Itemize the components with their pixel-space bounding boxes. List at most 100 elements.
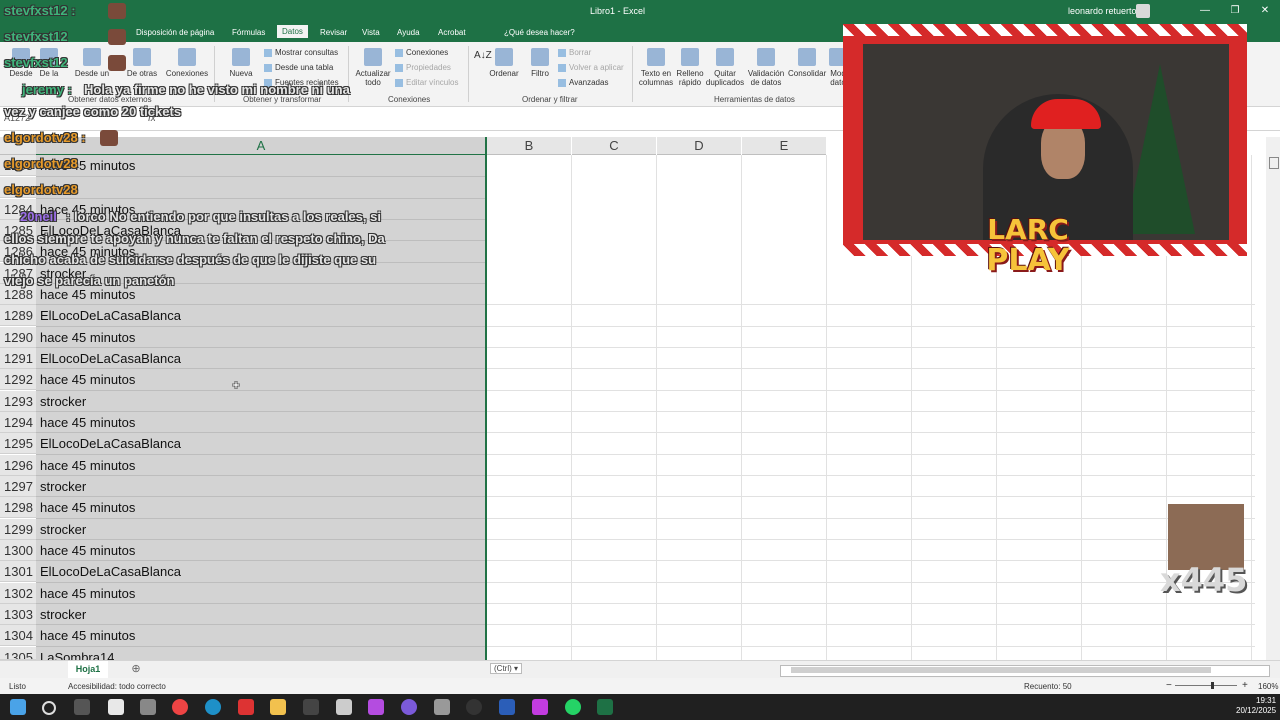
row-number[interactable]: 1297 (0, 476, 36, 497)
column-header-c[interactable]: C (572, 137, 656, 155)
tab-formulas[interactable]: Fórmulas (228, 27, 269, 38)
cell-a[interactable]: hace 45 minutos (40, 497, 135, 518)
row-number[interactable]: 1292 (0, 369, 36, 390)
horizontal-scrollbar[interactable] (780, 665, 1270, 677)
cell-a[interactable]: hace 45 minutos (40, 369, 135, 390)
row-number[interactable]: 1303 (0, 604, 36, 625)
row-number[interactable]: 1289 (0, 305, 36, 326)
accessibility-status[interactable]: Accesibilidad: todo correcto (68, 682, 166, 691)
row-number[interactable]: 1302 (0, 583, 36, 604)
row-number[interactable]: 1296 (0, 455, 36, 476)
scroll-thumb[interactable] (1269, 157, 1279, 169)
app-icon[interactable] (303, 699, 319, 715)
existing-connections-button[interactable]: Conexiones (164, 48, 210, 78)
cell-a[interactable]: hace 45 minutos (40, 540, 135, 561)
paste-options-button[interactable]: (Ctrl) ▾ (490, 663, 523, 674)
row-number[interactable]: 1290 (0, 327, 36, 348)
edge-icon[interactable] (205, 699, 221, 715)
restore-icon[interactable]: ❐ (1228, 4, 1242, 18)
row-number[interactable]: 1291 (0, 348, 36, 369)
row-number[interactable]: 1294 (0, 412, 36, 433)
app-icon[interactable] (401, 699, 417, 715)
close-icon[interactable]: ✕ (1258, 4, 1272, 18)
row-number[interactable]: 1305 (0, 647, 36, 660)
row-number[interactable]: 1299 (0, 519, 36, 540)
obs-icon[interactable] (466, 699, 482, 715)
reapply-button[interactable]: Volver a aplicar (558, 63, 624, 72)
new-query-button[interactable]: Nueva (224, 48, 258, 78)
cell-a[interactable]: LaSombra14 (40, 647, 114, 660)
cell-a[interactable]: strocker (40, 476, 86, 497)
sort-button[interactable]: Ordenar (488, 48, 520, 78)
add-sheet-icon[interactable]: ⊕ (130, 663, 142, 675)
calculator-icon[interactable] (434, 699, 450, 715)
tab-vista[interactable]: Vista (358, 27, 384, 38)
excel-icon[interactable] (597, 699, 613, 715)
advanced-filter-button[interactable]: Avanzadas (558, 78, 608, 87)
row-number[interactable]: 1295 (0, 433, 36, 454)
cell-a[interactable]: hace 45 minutos (40, 455, 135, 476)
data-validation-button[interactable]: Validación de datos (746, 48, 786, 87)
task-view-icon[interactable] (74, 699, 90, 715)
cell-a[interactable]: ElLocoDeLaCasaBlanca (40, 348, 181, 369)
search-icon[interactable] (42, 701, 56, 715)
cell-a[interactable]: hace 45 minutos (40, 412, 135, 433)
zoom-level[interactable]: 160% (1258, 682, 1278, 691)
row-number[interactable]: 1301 (0, 561, 36, 582)
filter-button[interactable]: Filtro (526, 48, 554, 78)
app-icon[interactable] (532, 699, 548, 715)
cell-a[interactable]: ElLocoDeLaCasaBlanca (40, 561, 181, 582)
from-table-button[interactable]: Desde una tabla (264, 63, 333, 72)
cell-a[interactable]: strocker (40, 519, 86, 540)
tab-revisar[interactable]: Revisar (316, 27, 351, 38)
tab-datos[interactable]: Datos (277, 25, 308, 38)
tab-disposicion[interactable]: Disposición de página (132, 27, 218, 38)
from-file-button[interactable]: Desde un (72, 48, 112, 78)
whatsapp-icon[interactable] (565, 699, 581, 715)
cell-a[interactable]: ElLocoDeLaCasaBlanca (40, 433, 181, 454)
cell-a[interactable]: strocker (40, 604, 86, 625)
tab-acrobat[interactable]: Acrobat (434, 27, 470, 38)
user-name[interactable]: leonardo retuerto (1068, 6, 1137, 16)
tell-me-search[interactable]: ¿Qué desea hacer? (500, 27, 579, 38)
other-sources-button[interactable]: De otras (124, 48, 160, 78)
cell-a[interactable]: hace 45 minutos (40, 327, 135, 348)
cell-a[interactable]: strocker (40, 391, 86, 412)
row-number[interactable]: 1293 (0, 391, 36, 412)
cell-a[interactable]: hace 45 minutos (40, 583, 135, 604)
show-queries-button[interactable]: Mostrar consultas (264, 48, 338, 57)
remove-duplicates-button[interactable]: Quitar duplicados (704, 48, 746, 87)
cell-a[interactable]: hace 45 minutos (40, 625, 135, 646)
row-number[interactable]: 1300 (0, 540, 36, 561)
refresh-all-button[interactable]: Actualizar todo (354, 48, 392, 87)
clear-filter-button[interactable]: Borrar (558, 48, 591, 57)
windows-start-icon[interactable] (10, 699, 26, 715)
zoom-slider-knob[interactable] (1211, 682, 1214, 689)
zoom-in-icon[interactable]: + (1242, 680, 1248, 691)
connections-button[interactable]: Conexiones (395, 48, 448, 57)
store-icon[interactable] (108, 699, 124, 715)
app-icon[interactable] (336, 699, 352, 715)
app-icon[interactable] (368, 699, 384, 715)
chrome-icon[interactable] (172, 699, 188, 715)
column-header-b[interactable]: B (487, 137, 571, 155)
minimize-icon[interactable]: — (1198, 4, 1212, 18)
vertical-scrollbar[interactable] (1266, 137, 1280, 660)
column-header-d[interactable]: D (657, 137, 741, 155)
row-number[interactable]: 1298 (0, 497, 36, 518)
avatar[interactable] (1136, 4, 1150, 18)
consolidate-button[interactable]: Consolidar (788, 48, 826, 78)
text-to-columns-button[interactable]: Texto en columnas (638, 48, 674, 87)
flash-fill-button[interactable]: Relleno rápido (676, 48, 704, 87)
app-icon[interactable] (140, 699, 156, 715)
row-number[interactable]: 1304 (0, 625, 36, 646)
column-header-e[interactable]: E (742, 137, 826, 155)
tab-ayuda[interactable]: Ayuda (393, 27, 424, 38)
scroll-thumb[interactable] (791, 667, 1211, 673)
properties-button[interactable]: Propiedades (395, 63, 451, 72)
system-clock[interactable]: 19:31 20/12/2025 (1236, 696, 1276, 716)
word-icon[interactable] (499, 699, 515, 715)
zoom-out-icon[interactable]: − (1166, 680, 1172, 691)
edit-links-button[interactable]: Editar vínculos (395, 78, 458, 87)
zoom-slider[interactable] (1175, 682, 1237, 689)
